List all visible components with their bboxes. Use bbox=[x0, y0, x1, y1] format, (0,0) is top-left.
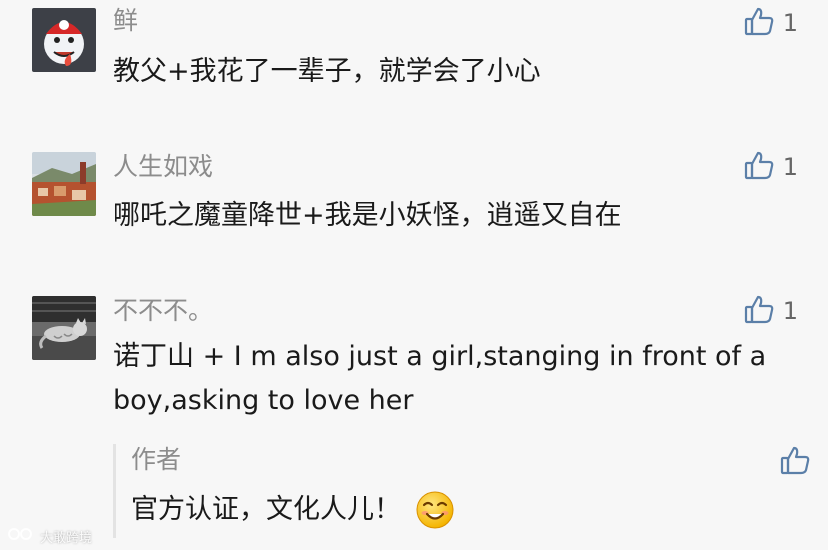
comment-list: 鲜 教父+我花了一辈子，就学会了小心 1 人生如戏 哪吒之魔童降世+我是小妖怪，… bbox=[0, 0, 828, 550]
nickname: 鲜 bbox=[113, 6, 139, 35]
like-count: 1 bbox=[782, 9, 798, 37]
thumbs-up-icon bbox=[743, 5, 775, 41]
reply-like-button[interactable] bbox=[779, 444, 811, 480]
comment-item: 不不不。 诺丁山 + I m also just a girl,stanging… bbox=[0, 288, 828, 550]
comment-text: 哪吒之魔童降世+我是小妖怪，逍遥又自在 bbox=[113, 200, 622, 231]
reply-text-row: 官方认证，文化人儿！ bbox=[131, 490, 455, 530]
thumbs-up-icon bbox=[743, 149, 775, 185]
avatar[interactable] bbox=[32, 296, 96, 360]
like-button[interactable]: 1 bbox=[743, 6, 798, 40]
watermark-logo-icon bbox=[6, 526, 36, 546]
reply-text: 官方认证，文化人儿！ bbox=[131, 494, 401, 525]
author-reply: 作者 官方认证，文化人儿！ bbox=[113, 444, 810, 538]
like-button[interactable]: 1 bbox=[743, 294, 798, 328]
like-button[interactable]: 1 bbox=[743, 150, 798, 184]
thumbs-up-icon bbox=[743, 293, 775, 329]
like-count: 1 bbox=[782, 297, 798, 325]
like-count: 1 bbox=[782, 153, 798, 181]
comment-item: 鲜 教父+我花了一辈子，就学会了小心 1 bbox=[0, 0, 828, 130]
comment-text: 教父+我花了一辈子，就学会了小心 bbox=[113, 56, 541, 87]
avatar[interactable] bbox=[32, 8, 96, 72]
reply-author: 作者 bbox=[131, 445, 182, 474]
thumbs-up-icon bbox=[779, 446, 811, 480]
nickname: 不不不。 bbox=[113, 296, 214, 325]
smile-emoji-icon bbox=[415, 490, 455, 530]
comment-text: 诺丁山 + I m also just a girl,stanging in f… bbox=[113, 341, 767, 416]
nickname: 人生如戏 bbox=[113, 152, 214, 181]
avatar[interactable] bbox=[32, 152, 96, 216]
watermark-text: 大敢跨境 bbox=[40, 530, 93, 546]
watermark: 大敢跨境 bbox=[6, 526, 92, 546]
comment-item: 人生如戏 哪吒之魔童降世+我是小妖怪，逍遥又自在 1 bbox=[0, 144, 828, 274]
